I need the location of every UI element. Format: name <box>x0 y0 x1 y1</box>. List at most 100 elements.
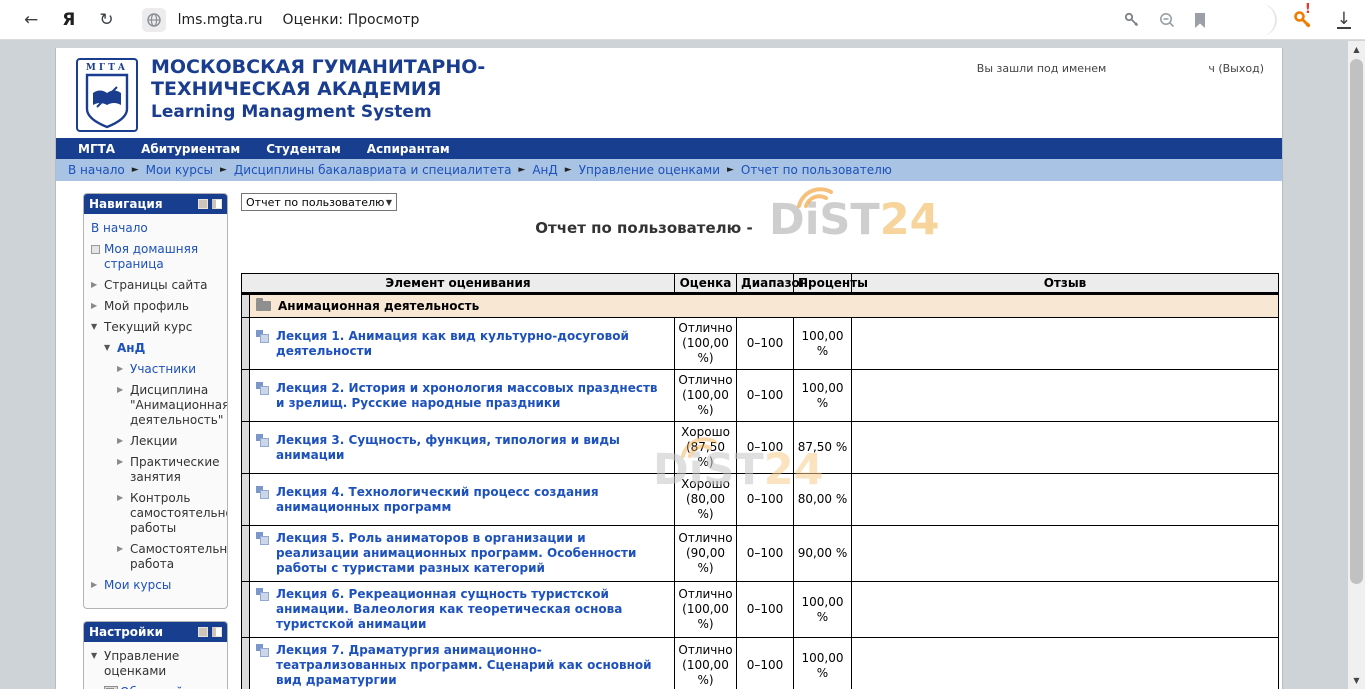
block-collapse-icon[interactable] <box>198 627 208 637</box>
block-dock-icon[interactable] <box>212 627 222 637</box>
grade-item-link[interactable]: Лекция 1. Анимация как вид культурно-дос… <box>276 329 668 359</box>
indent-cell <box>242 294 250 318</box>
grade-row: Лекция 7. Драматургия анимационно-театра… <box>242 638 1279 689</box>
breadcrumb-link[interactable]: АнД <box>532 163 557 177</box>
logout-link[interactable]: ч (Выход) <box>1208 62 1264 75</box>
site-title-line3: Learning Managment System <box>151 100 485 124</box>
sidebar-item[interactable]: ▶Мои курсы <box>91 578 223 593</box>
top-menu-item[interactable]: Аспирантам <box>367 142 450 156</box>
collapsed-icon: ▶ <box>117 362 130 376</box>
folder-icon <box>256 301 271 311</box>
grade-word: Отлично <box>677 321 734 336</box>
grade-percent: (100,00 %) <box>677 658 734 688</box>
grade-word: Отлично <box>677 531 734 546</box>
grade-value-cell: Отлично(100,00 %) <box>675 370 737 422</box>
yandex-browser-icon[interactable]: Я <box>62 10 75 30</box>
sidebar-item[interactable]: ▶Практические занятия <box>91 455 223 485</box>
site-globe-icon[interactable] <box>142 8 166 32</box>
sidebar: Навигация В началоМоя домашняя страница▶… <box>83 193 228 689</box>
scrollbar-thumb[interactable] <box>1350 59 1363 584</box>
zoom-out-icon[interactable] <box>1158 11 1176 29</box>
sidebar-item[interactable]: ▶Лекции <box>91 434 223 449</box>
breadcrumb-separator-icon: ► <box>565 165 572 175</box>
top-menu-item[interactable]: Студентам <box>266 142 341 156</box>
column-header: Диапазон <box>737 274 794 294</box>
sidebar-item-label: Дисциплина "Анимационная деятельность" <box>130 383 228 428</box>
breadcrumb-separator-icon: ► <box>518 165 525 175</box>
column-header: Отзыв <box>852 274 1279 294</box>
password-manager-extension-icon[interactable]: ! <box>1293 10 1311 30</box>
sidebar-item[interactable]: Моя домашняя страница <box>91 242 223 272</box>
block-collapse-icon[interactable] <box>198 199 208 209</box>
back-icon[interactable]: ← <box>24 10 38 30</box>
column-header: Оценка <box>675 274 737 294</box>
breadcrumb-link[interactable]: Управление оценками <box>579 163 720 177</box>
grade-item-name-cell: Лекция 1. Анимация как вид культурно-дос… <box>250 318 675 370</box>
grade-value-cell: Отлично(100,00 %) <box>675 638 737 689</box>
scroll-up-icon[interactable]: ▲ <box>1348 45 1365 54</box>
sidebar-item[interactable]: ▶Страницы сайта <box>91 278 223 293</box>
category-name: Анимационная деятельность <box>278 299 479 313</box>
grade-item-name-cell: Лекция 5. Роль аниматоров в организации … <box>250 526 675 582</box>
sidebar-item-label: Самостоятельная работа <box>130 542 228 572</box>
site-content: МГТА МОСКОВСКАЯ ГУМАНИТАРНО- ТЕХНИЧЕСКАЯ… <box>55 48 1283 689</box>
password-key-icon[interactable] <box>1123 11 1141 29</box>
category-cell: Анимационная деятельность <box>250 294 1279 318</box>
breadcrumb-link[interactable]: Отчет по пользователю <box>741 163 892 177</box>
sidebar-item[interactable]: В начало <box>91 221 223 236</box>
indent-cell <box>242 638 250 689</box>
grade-word: Отлично <box>677 373 734 388</box>
sidebar-item[interactable]: ▶Контроль самостоятельной работы <box>91 491 223 536</box>
reload-icon[interactable]: ↻ <box>99 10 113 30</box>
login-info: Вы зашли под именем ч (Выход) <box>977 62 1264 75</box>
grade-row: Лекция 6. Рекреационная сущность туристс… <box>242 582 1279 638</box>
grade-item-link[interactable]: Лекция 3. Сущность, функция, типология и… <box>276 433 668 463</box>
breadcrumb: В начало ► Мои курсы ► Дисциплины бакалавриа… <box>56 159 1282 181</box>
sidebar-item[interactable]: ▶Дисциплина "Анимационная деятельность" <box>91 383 223 428</box>
grade-item-link[interactable]: Лекция 7. Драматургия анимационно-театра… <box>276 643 668 688</box>
block-dock-icon[interactable] <box>212 199 222 209</box>
bookmark-icon[interactable] <box>1193 12 1207 29</box>
grade-item-link[interactable]: Лекция 5. Роль аниматоров в организации … <box>276 531 668 576</box>
expanded-icon: ▼ <box>91 320 104 334</box>
feedback-cell <box>852 638 1279 689</box>
sidebar-item[interactable]: ▼Текущий курс <box>91 320 223 335</box>
report-type-select[interactable]: Отчет по пользователю ▼ <box>241 193 397 211</box>
vertical-scrollbar[interactable]: ▲ ▼ <box>1348 41 1365 689</box>
lesson-icon <box>256 434 269 447</box>
expanded-icon: ▼ <box>104 341 117 355</box>
sidebar-item[interactable]: ▼Управление оценками <box>91 649 223 679</box>
grade-item-link[interactable]: Лекция 6. Рекреационная сущность туристс… <box>276 587 668 632</box>
grade-item-link[interactable]: Лекция 4. Технологический процесс создан… <box>276 485 668 515</box>
grade-item-link[interactable]: Лекция 2. История и хронология массовых … <box>276 381 668 411</box>
collapsed-icon: ▶ <box>117 383 130 397</box>
percent-value-cell: 80,00 % <box>794 474 852 526</box>
report-page-title: Отчет по пользователю - <box>241 219 1282 237</box>
indent-cell <box>242 474 250 526</box>
main-region: Отчет по пользователю ▼ Отчет по пользов… <box>241 193 1282 689</box>
sidebar-item[interactable]: ▶Участники <box>91 362 223 377</box>
breadcrumb-link[interactable]: Мои курсы <box>146 163 213 177</box>
grade-item-name-cell: Лекция 7. Драматургия анимационно-театра… <box>250 638 675 689</box>
top-menu-item[interactable]: Абитуриентам <box>141 142 240 156</box>
collapsed-icon: ▶ <box>91 299 104 313</box>
address-url[interactable]: lms.mgta.ru <box>178 12 263 28</box>
top-menu-item[interactable]: МГТА <box>78 142 115 156</box>
sidebar-item[interactable]: ▼АнД <box>91 341 223 356</box>
lesson-icon <box>256 330 269 343</box>
extension-alert-badge: ! <box>1305 2 1311 30</box>
sidebar-item[interactable]: Обзорный отчет <box>91 685 223 689</box>
range-value-cell: 0–100 <box>737 638 794 689</box>
sidebar-item[interactable]: ▶Самостоятельная работа <box>91 542 223 572</box>
login-prefix: Вы зашли под именем <box>977 62 1107 75</box>
breadcrumb-link[interactable]: Дисциплины бакалавриата и специалитета <box>234 163 512 177</box>
academy-emblem-icon <box>83 73 131 129</box>
percent-value-cell: 100,00 % <box>794 582 852 638</box>
sidebar-item[interactable]: ▶Мой профиль <box>91 299 223 314</box>
grade-row: Лекция 5. Роль аниматоров в организации … <box>242 526 1279 582</box>
download-icon[interactable]: ↓ <box>1337 12 1351 29</box>
academy-logo[interactable]: МГТА <box>76 58 138 132</box>
feedback-cell <box>852 526 1279 582</box>
scroll-down-icon[interactable]: ▼ <box>1348 676 1365 685</box>
breadcrumb-link[interactable]: В начало <box>68 163 125 177</box>
